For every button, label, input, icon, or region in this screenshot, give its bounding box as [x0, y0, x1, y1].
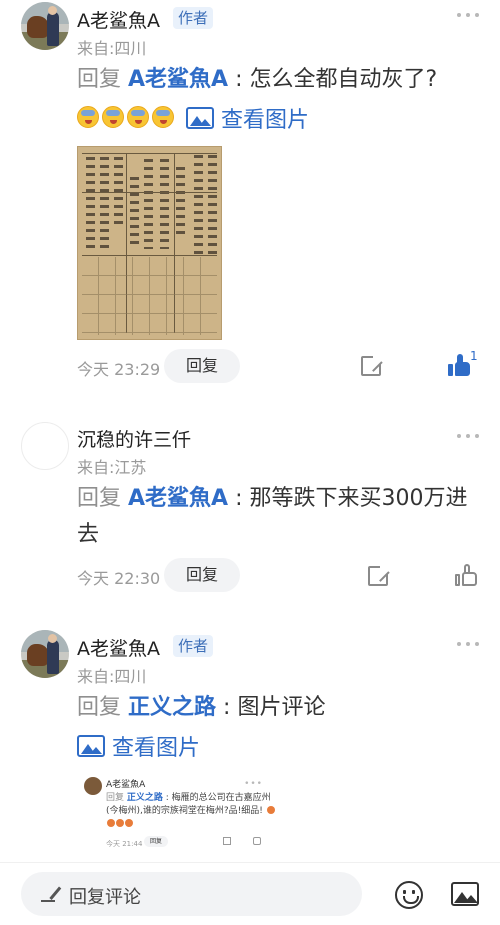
- view-image-label: 查看图片: [221, 108, 310, 133]
- avatar[interactable]: [21, 630, 69, 678]
- emoji-picker-icon[interactable]: [395, 881, 423, 909]
- pen-icon: [41, 884, 62, 902]
- emoji-icon: [125, 819, 133, 827]
- image-icon: [186, 107, 214, 129]
- comment-content: 怎么全都自动灰了?: [249, 67, 438, 92]
- more-options-icon: •••: [244, 779, 263, 789]
- emoji-icon: [102, 106, 124, 128]
- image-picker-icon[interactable]: [451, 882, 479, 906]
- location: 来自:四川: [77, 39, 147, 58]
- username[interactable]: A老鲨魚A: [77, 634, 160, 661]
- username[interactable]: 沉稳的许三仟: [77, 425, 191, 452]
- separator: :: [228, 486, 250, 511]
- comment-2: 沉稳的许三仟 来自:江苏 回复 A老鲨魚A : 那等跌下来买300万进去 今天 …: [0, 400, 500, 620]
- reply-button[interactable]: 回复: [164, 558, 240, 592]
- separator: :: [162, 793, 172, 803]
- reply-prefix: 回复: [77, 695, 122, 720]
- more-options-icon[interactable]: [457, 433, 479, 439]
- like-count: 1: [470, 349, 478, 363]
- share-icon[interactable]: [361, 354, 383, 376]
- reply-prefix: 回复: [77, 67, 122, 92]
- username: A老鲨魚A: [106, 780, 146, 790]
- emoji-icon: [152, 106, 174, 128]
- view-image-link[interactable]: 查看图片: [77, 730, 200, 762]
- avatar[interactable]: [21, 422, 69, 470]
- timestamp: 今天 21:44: [106, 840, 143, 848]
- comment-text[interactable]: 回复 正义之路 : 图片评论: [77, 690, 477, 726]
- location: 来自:四川: [77, 667, 147, 686]
- reply-input[interactable]: 回复评论: [21, 872, 362, 916]
- view-image-link[interactable]: 查看图片: [186, 102, 309, 134]
- emoji-icon: [77, 106, 99, 128]
- separator: :: [216, 695, 238, 720]
- comment-footer: 今天 22:30 回复: [0, 558, 500, 592]
- like-icon[interactable]: [448, 354, 470, 376]
- timestamp: 今天 22:30: [77, 569, 161, 588]
- view-image-label: 查看图片: [112, 736, 201, 761]
- mention-link[interactable]: A老鲨魚A: [128, 486, 228, 511]
- reply-input-placeholder: 回复评论: [69, 887, 141, 908]
- emoji-icon: [107, 819, 115, 827]
- author-badge: 作者: [173, 7, 214, 29]
- reply-button[interactable]: 回复: [164, 349, 240, 383]
- author-badge: 作者: [173, 635, 214, 657]
- mention-link[interactable]: A老鲨魚A: [128, 67, 228, 92]
- more-options-icon[interactable]: [457, 641, 479, 647]
- comment-text: 回复 正义之路 : 梅雁的总公司在古嘉应州(今梅州),谁的宗族祠堂在梅州?品!细…: [106, 792, 276, 831]
- like-icon[interactable]: [455, 564, 477, 586]
- avatar[interactable]: [21, 2, 69, 50]
- attached-document-image[interactable]: [77, 146, 222, 340]
- timestamp: 今天 23:29: [77, 360, 161, 379]
- separator: :: [228, 67, 250, 92]
- comment-content: 图片评论: [237, 695, 326, 720]
- comment-text[interactable]: 回复 A老鲨魚A : 怎么全都自动灰了?: [77, 62, 477, 98]
- more-options-icon[interactable]: [457, 12, 479, 18]
- reply-button: 回复: [144, 836, 168, 847]
- reply-prefix: 回复: [106, 793, 125, 803]
- comment-text[interactable]: 回复 A老鲨魚A : 那等跌下来买300万进去: [77, 481, 477, 553]
- share-icon[interactable]: [368, 564, 390, 586]
- like-icon: [253, 837, 261, 845]
- emoji-icon: [116, 819, 124, 827]
- share-icon: [223, 837, 231, 845]
- mention-link: 正义之路: [126, 793, 163, 803]
- emoji-row: [77, 106, 174, 128]
- reply-prefix: 回复: [77, 486, 122, 511]
- embedded-comment-screenshot[interactable]: A老鲨魚A ••• 回复 正义之路 : 梅雁的总公司在古嘉应州(今梅州),谁的宗…: [77, 764, 277, 856]
- location: 来自:江苏: [77, 458, 147, 477]
- mention-link[interactable]: 正义之路: [128, 695, 216, 720]
- avatar: [84, 777, 102, 795]
- bottom-reply-bar: 回复评论: [0, 862, 500, 925]
- username[interactable]: A老鲨魚A: [77, 6, 160, 33]
- image-icon: [77, 735, 105, 757]
- comment-footer: 今天 23:29 回复 1: [0, 349, 500, 383]
- comment-1: A老鲨魚A 作者 来自:四川 回复 A老鲨魚A : 怎么全都自动灰了? 查看图片…: [0, 0, 500, 400]
- emoji-icon: [266, 806, 275, 814]
- emoji-icon: [127, 106, 149, 128]
